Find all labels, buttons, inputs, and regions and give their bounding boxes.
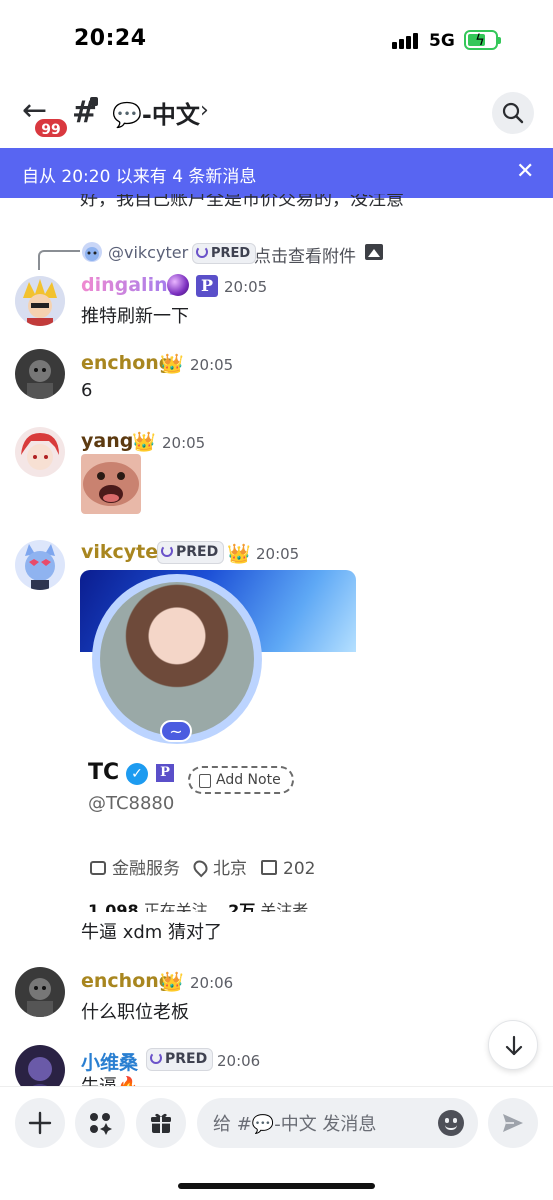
message-text: 牛逼🔥 <box>81 1072 139 1086</box>
pred-tag: PRED <box>146 1048 214 1071</box>
message-time: 20:06 <box>190 974 234 992</box>
send-icon <box>503 1114 523 1132</box>
calendar-icon <box>261 860 277 875</box>
username[interactable]: 小维桑 <box>81 1048 138 1075</box>
username[interactable]: enchong <box>81 970 172 992</box>
battery-icon: ϟ <box>464 30 501 50</box>
channel-title[interactable]: 💬-中文 <box>112 95 200 130</box>
verified-icon: ✓ <box>126 763 148 785</box>
message-text: 6 <box>81 380 93 401</box>
chevron-right-icon[interactable]: › <box>200 98 209 123</box>
add-attachment-button[interactable] <box>15 1098 65 1148</box>
profile-handle: @TC8880 <box>88 793 175 814</box>
p-badge-icon: P <box>196 275 218 297</box>
crystal-ball-icon <box>167 274 189 296</box>
pogchamp-sticker[interactable] <box>81 454 141 514</box>
new-messages-text: 自从 20:20 以来有 4 条新消息 <box>22 167 257 187</box>
profile-screenshot[interactable]: ~ TC ✓ P Add Note @TC8880 金融服务 北京 202 1,09… <box>80 570 356 912</box>
message-input-placeholder: 给 #💬-中文 发消息 <box>213 1114 377 1135</box>
lock-icon <box>90 97 98 106</box>
profile-follow-stats: 1,098 正在关注 2万 关注者 <box>88 901 309 912</box>
profile-meta: 金融服务 北京 202 <box>90 854 315 879</box>
username[interactable]: yang <box>81 430 133 452</box>
send-button[interactable] <box>488 1098 538 1148</box>
avatar[interactable] <box>15 349 65 399</box>
avatar-tilde: ~ <box>160 720 192 742</box>
username[interactable]: vikcyter <box>81 541 168 563</box>
new-messages-bar[interactable]: 自从 20:20 以来有 4 条新消息 ✕ <box>0 148 553 198</box>
avatar[interactable] <box>15 540 65 590</box>
network-label: 5G <box>429 31 455 51</box>
profile-name: TC <box>88 760 120 785</box>
plus-icon <box>28 1111 52 1135</box>
message-time: 20:05 <box>162 434 206 452</box>
crown-icon: 👑 <box>160 971 184 993</box>
scroll-to-bottom-button[interactable] <box>488 1020 538 1070</box>
arrow-down-icon <box>505 1035 523 1056</box>
pred-tag: PRED <box>157 541 225 564</box>
avatar[interactable] <box>15 276 65 326</box>
image-icon <box>365 244 383 260</box>
status-time: 20:24 <box>74 26 147 51</box>
apps-sparkle-icon <box>90 1113 112 1135</box>
unread-badge: 99 <box>33 117 69 139</box>
pred-ring-icon <box>150 1052 162 1064</box>
pred-tag: PRED <box>192 243 257 264</box>
avatar[interactable] <box>15 967 65 1017</box>
crown-icon: 👑 <box>132 431 156 453</box>
reply-avatar <box>82 242 102 262</box>
location-pin-icon <box>190 857 211 878</box>
signal-icon <box>392 31 422 49</box>
apps-button[interactable] <box>75 1098 125 1148</box>
username[interactable]: enchong <box>81 352 172 374</box>
pred-ring-icon <box>161 545 173 557</box>
crown-icon: 👑 <box>160 353 184 375</box>
gift-button[interactable] <box>136 1098 186 1148</box>
gift-icon <box>151 1113 171 1133</box>
avatar[interactable] <box>15 427 65 477</box>
message-input[interactable]: 给 #💬-中文 发消息 <box>197 1098 478 1148</box>
profile-avatar <box>92 574 262 744</box>
add-note-button: Add Note <box>188 766 294 794</box>
emoji-icon[interactable] <box>438 1110 464 1136</box>
message-text: 推特刷新一下 <box>81 306 189 327</box>
home-indicator <box>178 1183 375 1189</box>
search-button[interactable] <box>492 92 534 134</box>
close-icon[interactable]: ✕ <box>516 159 534 184</box>
reply-connector <box>38 250 80 270</box>
message-time: 20:05 <box>224 278 268 296</box>
search-icon <box>502 102 524 124</box>
p-badge-icon: P <box>156 764 174 782</box>
partial-message: 好，我自己账户全是市价交易的，没注意 <box>80 194 404 210</box>
message-time: 20:05 <box>256 545 300 563</box>
message-time: 20:06 <box>217 1052 261 1070</box>
message-text: 牛逼 xdm 猜对了 <box>81 922 223 943</box>
reply-text[interactable]: 点击查看附件 <box>254 242 356 267</box>
message-time: 20:05 <box>190 356 234 374</box>
message-text: 什么职位老板 <box>81 1002 189 1023</box>
briefcase-icon <box>90 861 106 875</box>
reply-username[interactable]: @vikcyter <box>108 243 188 262</box>
pred-ring-icon <box>196 246 208 258</box>
crown-icon: 👑 <box>227 543 251 565</box>
